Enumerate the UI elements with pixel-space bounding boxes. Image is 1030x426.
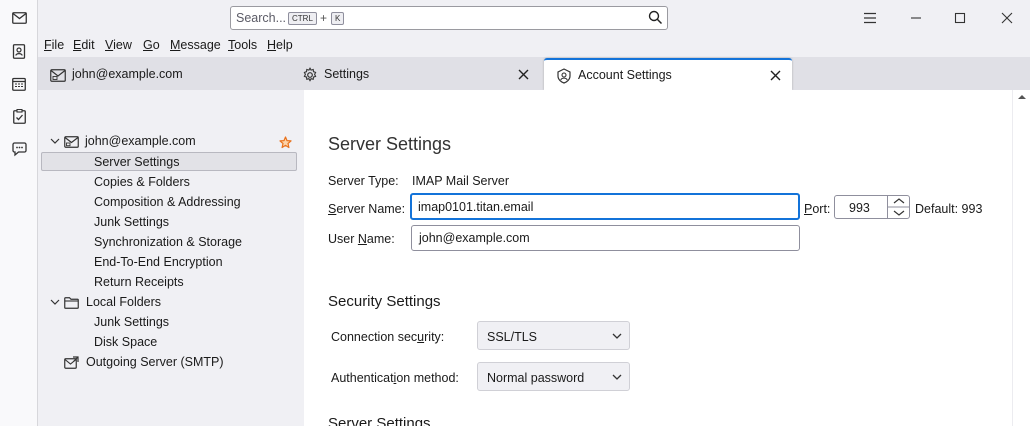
connection-security-label: Connection security: bbox=[331, 330, 445, 344]
shortcut-plus: + bbox=[320, 11, 328, 25]
search-box[interactable]: Search... CTRL + K bbox=[230, 6, 668, 30]
server-name-label: Server Name: bbox=[328, 202, 406, 216]
menu-file[interactable]: File bbox=[44, 38, 64, 52]
tree-local-folders-label: Local Folders bbox=[86, 295, 162, 309]
account-tree: john@example.com Server Settings Copies … bbox=[38, 90, 304, 426]
close-window-icon[interactable] bbox=[998, 9, 1016, 27]
tab-label: Settings bbox=[324, 67, 370, 81]
content-scrollbar[interactable] bbox=[1012, 90, 1030, 426]
settings-content: Server Settings Server Type: IMAP Mail S… bbox=[304, 90, 1012, 426]
mail-icon[interactable] bbox=[11, 10, 27, 26]
tree-item-label: Disk Space bbox=[94, 335, 158, 349]
tree-item-encryption[interactable]: End-To-End Encryption bbox=[41, 253, 297, 272]
auth-method-label: Authentication method: bbox=[331, 371, 459, 385]
menu-message[interactable]: Message bbox=[170, 38, 221, 52]
tree-item-label: Copies & Folders bbox=[94, 175, 190, 189]
server-settings-heading-2: Server Settings bbox=[328, 415, 431, 426]
tree-item-label: Junk Settings bbox=[94, 315, 170, 329]
tree-item-junk-settings[interactable]: Junk Settings bbox=[41, 213, 297, 232]
tree-account[interactable]: john@example.com bbox=[41, 132, 297, 151]
server-name-field[interactable]: imap0101.titan.email bbox=[410, 193, 800, 220]
tree-outgoing-label: Outgoing Server (SMTP) bbox=[86, 355, 224, 369]
connection-security-select[interactable]: SSL/TLS bbox=[477, 321, 630, 350]
minimize-icon[interactable] bbox=[907, 9, 925, 27]
mail-tab-icon bbox=[50, 67, 66, 83]
tree-item-label: Composition & Addressing bbox=[94, 195, 241, 209]
shortcut-ctrl-key: CTRL bbox=[288, 12, 317, 25]
menu-edit[interactable]: Edit bbox=[73, 38, 95, 52]
chevron-down-icon[interactable] bbox=[50, 136, 60, 146]
tree-item-return-receipts[interactable]: Return Receipts bbox=[41, 273, 297, 292]
tab-bar: john@example.com Settings Account Settin… bbox=[38, 57, 1030, 90]
calendar-icon[interactable] bbox=[11, 76, 27, 92]
server-type-label: Server Type: bbox=[328, 174, 399, 188]
chevron-down-icon bbox=[612, 374, 622, 380]
tree-item-server-settings[interactable]: Server Settings bbox=[41, 152, 297, 171]
menu-help[interactable]: Help bbox=[267, 38, 293, 52]
app-menu-icon[interactable] bbox=[861, 9, 879, 27]
tree-item-label: End-To-End Encryption bbox=[94, 255, 223, 269]
server-type-value: IMAP Mail Server bbox=[412, 174, 510, 188]
tab-account-settings[interactable]: Account Settings bbox=[544, 58, 792, 90]
auth-method-value: Normal password bbox=[487, 371, 585, 385]
outgoing-server-icon bbox=[63, 355, 79, 371]
auth-method-select[interactable]: Normal password bbox=[477, 362, 630, 391]
user-name-value: john@example.com bbox=[419, 231, 530, 245]
page-title: Server Settings bbox=[328, 134, 452, 154]
tree-outgoing-server[interactable]: Outgoing Server (SMTP) bbox=[41, 353, 297, 372]
connection-security-value: SSL/TLS bbox=[487, 330, 538, 344]
menu-go[interactable]: Go bbox=[143, 38, 160, 52]
tree-item-composition[interactable]: Composition & Addressing bbox=[41, 193, 297, 212]
tree-item-disk-space[interactable]: Disk Space bbox=[41, 333, 297, 352]
user-name-label: User Name: bbox=[328, 232, 395, 246]
tree-item-label: Server Settings bbox=[94, 155, 180, 169]
chevron-down-icon bbox=[612, 333, 622, 339]
tree-item-label: Junk Settings bbox=[94, 215, 170, 229]
shortcut-k-key: K bbox=[331, 12, 345, 25]
user-name-field[interactable]: john@example.com bbox=[411, 225, 800, 251]
tree-item-synchronization[interactable]: Synchronization & Storage bbox=[41, 233, 297, 252]
tree-account-label: john@example.com bbox=[85, 134, 196, 148]
gear-icon bbox=[302, 67, 318, 83]
search-icon[interactable] bbox=[648, 10, 663, 28]
address-book-icon[interactable] bbox=[11, 43, 27, 59]
tasks-icon[interactable] bbox=[11, 108, 27, 124]
tab-settings[interactable]: Settings bbox=[290, 59, 540, 90]
port-default: Default: 993 bbox=[915, 202, 983, 216]
title-bar: Search... CTRL + K bbox=[38, 0, 1030, 36]
chevron-down-icon[interactable] bbox=[50, 297, 60, 307]
spaces-toolbar bbox=[0, 0, 38, 426]
account-icon bbox=[556, 68, 572, 84]
mail-account-icon bbox=[63, 134, 79, 150]
menu-view[interactable]: View bbox=[105, 38, 132, 52]
menu-bar: File Edit View Go Message Tools Help bbox=[38, 36, 1030, 56]
scroll-up-icon[interactable] bbox=[1017, 93, 1027, 101]
tab-label: Account Settings bbox=[578, 68, 672, 82]
chat-icon[interactable] bbox=[11, 141, 27, 157]
tree-item-label: Return Receipts bbox=[94, 275, 184, 289]
security-settings-heading: Security Settings bbox=[328, 293, 441, 310]
star-icon bbox=[277, 134, 293, 150]
port-label: Port: bbox=[804, 202, 831, 216]
maximize-icon[interactable] bbox=[951, 9, 969, 27]
close-tab-icon[interactable] bbox=[516, 67, 530, 81]
tree-item-copies-folders[interactable]: Copies & Folders bbox=[41, 173, 297, 192]
search-placeholder: Search... bbox=[236, 11, 287, 25]
tree-item-local-junk[interactable]: Junk Settings bbox=[41, 313, 297, 332]
tree-item-label: Synchronization & Storage bbox=[94, 235, 243, 249]
tree-local-folders[interactable]: Local Folders bbox=[41, 293, 297, 312]
menu-tools[interactable]: Tools bbox=[228, 38, 257, 52]
close-tab-icon[interactable] bbox=[768, 68, 782, 82]
server-name-value: imap0101.titan.email bbox=[418, 200, 534, 214]
port-value: 993 bbox=[849, 201, 870, 215]
port-stepper[interactable] bbox=[887, 195, 910, 219]
folder-icon bbox=[63, 295, 79, 311]
port-field[interactable]: 993 bbox=[834, 195, 910, 219]
tab-label: john@example.com bbox=[72, 67, 183, 81]
tab-mail[interactable]: john@example.com bbox=[38, 59, 290, 90]
